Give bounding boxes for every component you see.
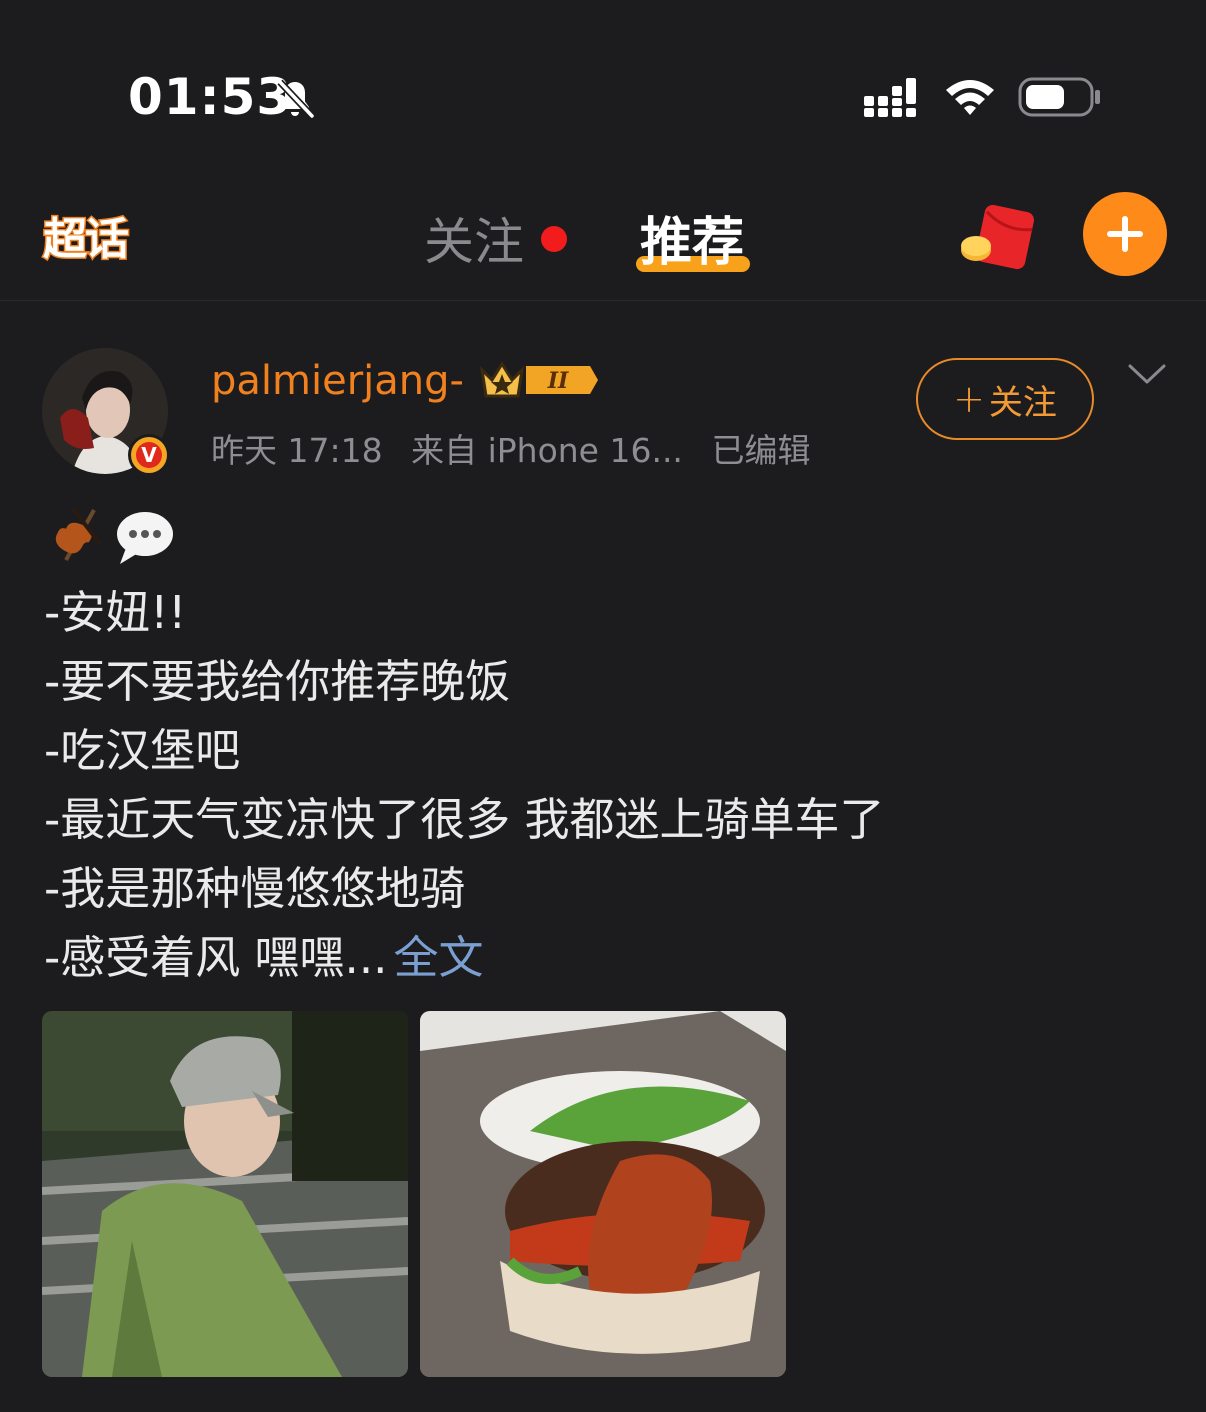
verified-badge-label: V [136,442,162,468]
speech-bubble-emoji-icon [117,512,173,564]
burger-photo [420,1011,786,1377]
follow-button[interactable]: + 关注 [916,358,1094,440]
vip-badge-level: II [547,368,569,394]
username[interactable]: palmierjang- [211,358,464,404]
follow-plus: + [953,377,985,421]
violin-emoji-icon [55,508,102,561]
post-meta: 昨天 17:18 来自 iPhone 16... 已编辑 [211,424,828,472]
top-nav: 超话 关注 推荐 [0,190,1206,301]
wifi-icon [946,80,994,115]
tab-recommended[interactable]: 推荐 [640,200,744,275]
tab-following[interactable]: 关注 [424,202,524,274]
battery-icon [1018,77,1100,117]
post-image-selfie[interactable] [42,1011,408,1377]
supertopic-label: 超话 [42,213,131,267]
supertopic-button[interactable]: 超话 [32,204,138,267]
status-time: 01:53 [128,68,293,126]
post-line: -安妞!! [44,586,187,639]
post-time: 昨天 17:18 [211,431,383,470]
bell-slash-icon [277,79,315,119]
unread-dot [541,226,567,252]
status-bar: 01:53 [0,0,1206,190]
full-text-link[interactable]: 全文 [393,931,483,984]
signal-icon [864,78,916,117]
post-source: 来自 iPhone 16... [411,431,683,470]
post-line: -吃汉堡吧 [44,724,241,777]
post-text: -安妞!! -要不要我给你推荐晚饭 -吃汉堡吧 -最近天气变凉快了很多 我都迷上… [44,578,885,992]
plus-icon [1107,216,1143,252]
chevron-down-icon[interactable] [1126,360,1168,388]
post-line: -要不要我给你推荐晚饭 [44,655,511,708]
red-packet-icon[interactable] [958,202,1036,272]
follow-label: 关注 [988,382,1057,423]
post-edited: 已编辑 [711,431,811,470]
verified-badge: V [128,434,170,476]
post-line: -我是那种慢悠悠地骑 [44,862,466,915]
selfie-photo [42,1011,408,1377]
post-last-line: -感受着风 嘿嘿... 全文 [44,923,885,992]
post-image-burger[interactable] [420,1011,786,1377]
compose-button[interactable] [1083,192,1167,276]
vip-crown-badge-icon[interactable]: II [478,356,600,404]
post-line: -最近天气变凉快了很多 我都迷上骑单车了 [44,793,885,846]
post-line: -感受着风 嘿嘿... [44,931,388,984]
